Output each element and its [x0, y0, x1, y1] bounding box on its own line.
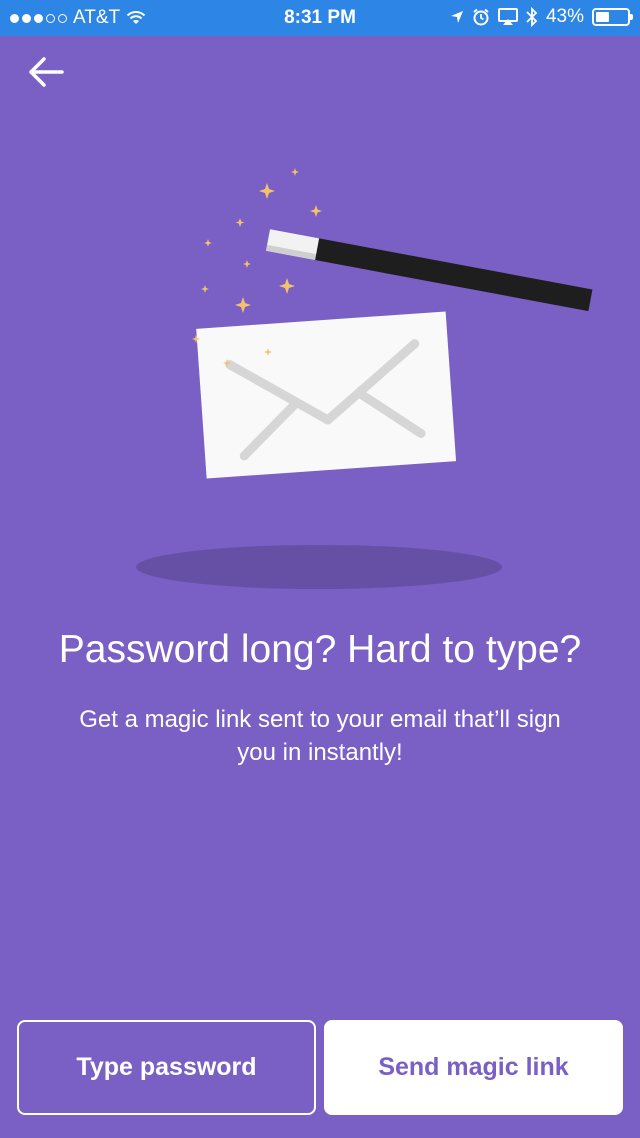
status-bar: AT&T 8:31 PM 43%	[0, 0, 640, 36]
airplay-icon	[497, 8, 518, 25]
page-title: Password long? Hard to type?	[58, 628, 582, 671]
battery-level-fill	[596, 12, 609, 22]
type-password-label: Type password	[76, 1053, 257, 1081]
magic-wand-icon	[265, 229, 593, 312]
bluetooth-icon	[526, 7, 538, 27]
type-password-button[interactable]: Type password	[17, 1020, 316, 1115]
send-magic-link-label: Send magic link	[378, 1053, 569, 1081]
alarm-icon	[473, 8, 489, 26]
send-magic-link-button[interactable]: Send magic link	[324, 1020, 623, 1115]
arrow-left-icon	[29, 57, 64, 87]
battery-icon	[592, 8, 633, 26]
back-button[interactable]	[22, 50, 70, 94]
location-arrow-icon	[450, 11, 463, 23]
status-bar-right: 43%	[450, 6, 633, 28]
battery-percent: 43%	[545, 6, 584, 27]
magic-envelope-illustration	[136, 168, 593, 589]
envelope-icon	[196, 311, 457, 479]
envelope-shadow	[136, 545, 502, 589]
page-description: Get a magic link sent to your email that…	[79, 706, 561, 766]
